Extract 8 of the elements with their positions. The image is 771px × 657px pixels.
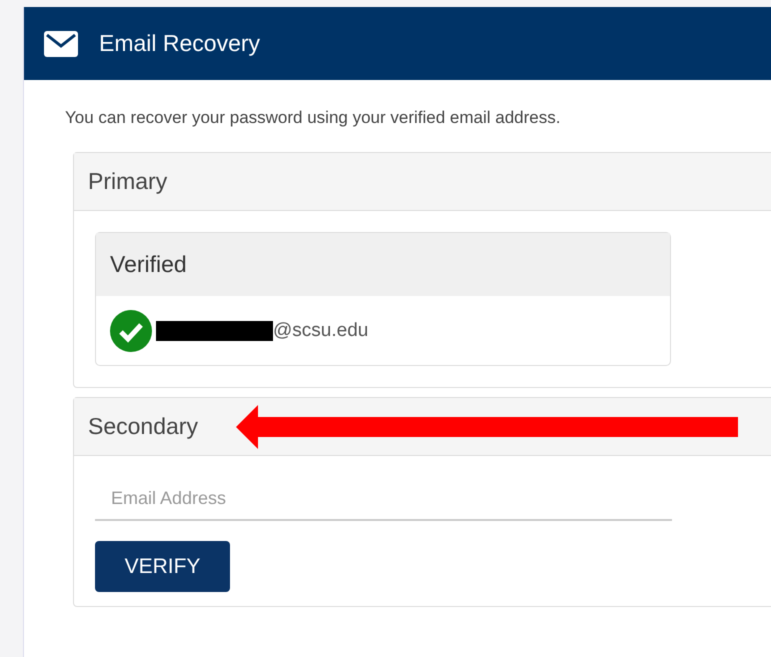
verify-button[interactable]: VERIFY [95, 541, 230, 592]
envelope-icon [44, 30, 78, 56]
panel-title: Verified [110, 251, 187, 278]
window-title: Email Recovery [99, 30, 260, 57]
intro-text: You can recover your password using your verified email address. [65, 108, 562, 128]
email-address: @scsu.edu [273, 320, 368, 342]
panel-title: Secondary [88, 413, 198, 440]
panel-title: Primary [88, 168, 168, 195]
